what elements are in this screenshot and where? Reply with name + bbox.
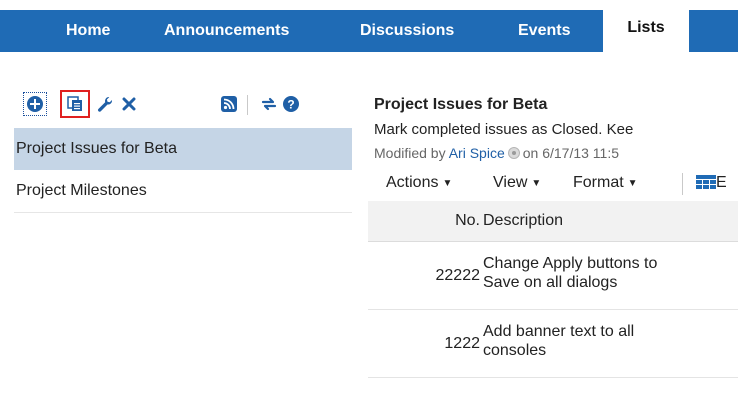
view-menu[interactable]: View ▼ <box>493 165 541 201</box>
edit-table-button[interactable]: E <box>696 165 727 201</box>
tab-events[interactable]: Events <box>518 10 570 52</box>
chevron-down-icon: ▼ <box>531 178 542 189</box>
list-item[interactable]: Project Milestones <box>14 170 352 213</box>
rss-icon[interactable] <box>218 93 240 115</box>
lists-panel: Project Issues for Beta Project Mileston… <box>14 128 352 213</box>
refresh-icon[interactable] <box>258 93 280 115</box>
tab-announcements[interactable]: Announcements <box>164 10 289 52</box>
table-header: No. Description <box>368 201 738 242</box>
user-link[interactable]: Ari Spice <box>449 145 505 161</box>
column-header-description[interactable]: Description <box>483 201 563 241</box>
format-menu[interactable]: Format ▼ <box>573 165 638 201</box>
chevron-down-icon: ▼ <box>442 178 453 189</box>
modified-date: on 6/17/13 11:5 <box>522 145 620 161</box>
table-icon <box>696 175 716 189</box>
issue-number: 22222 <box>435 267 481 284</box>
actions-menu[interactable]: Actions ▼ <box>386 165 452 201</box>
toolbar-divider <box>682 173 683 195</box>
actions-label: Actions <box>386 174 439 191</box>
list-description: Mark completed issues as Closed. Kee <box>374 121 634 138</box>
description-line: consoles <box>483 342 547 359</box>
delete-icon[interactable] <box>118 93 140 115</box>
tab-home[interactable]: Home <box>66 10 110 52</box>
table-row[interactable]: 1222 Add banner text to all consoles <box>368 310 738 378</box>
view-label: View <box>493 174 528 191</box>
wrench-icon[interactable] <box>94 93 116 115</box>
modified-info: Modified by Ari Spice on 6/17/13 11:5 <box>374 145 619 161</box>
toolbar-divider <box>247 95 248 115</box>
description-line: Change Apply buttons to <box>483 255 658 272</box>
edit-label: E <box>716 174 727 191</box>
tab-lists[interactable]: Lists <box>603 7 689 52</box>
table-toolbar: Actions ▼ View ▼ Format ▼ E <box>386 165 738 201</box>
table-row[interactable]: 22222 Change Apply buttons to Save on al… <box>368 242 738 310</box>
copy-icon[interactable] <box>60 90 90 118</box>
description-line: Save on all dialogs <box>483 274 618 291</box>
list-title: Project Issues for Beta <box>374 96 548 113</box>
list-item[interactable]: Project Issues for Beta <box>14 128 352 170</box>
help-icon[interactable]: ? <box>280 93 302 115</box>
issue-description: Change Apply buttons to Save on all dial… <box>483 254 733 292</box>
svg-text:?: ? <box>287 98 294 112</box>
list-toolbar: ? <box>22 90 352 119</box>
nav-bar: Home Announcements Discussions Events Li… <box>0 7 738 52</box>
issue-number: 1222 <box>444 335 480 352</box>
tab-discussions[interactable]: Discussions <box>360 10 454 52</box>
chevron-down-icon: ▼ <box>627 178 638 189</box>
issue-description: Add banner text to all consoles <box>483 322 733 360</box>
description-line: Add banner text to all <box>483 323 635 340</box>
issues-table: No. Description 22222 Change Apply butto… <box>368 201 738 378</box>
modified-prefix: Modified by <box>374 145 446 161</box>
column-header-no[interactable]: No. <box>455 201 480 241</box>
add-icon[interactable] <box>23 92 47 116</box>
presence-status-icon <box>507 147 520 159</box>
top-navigation: Home Announcements Discussions Events Li… <box>0 0 738 52</box>
format-label: Format <box>573 174 624 191</box>
